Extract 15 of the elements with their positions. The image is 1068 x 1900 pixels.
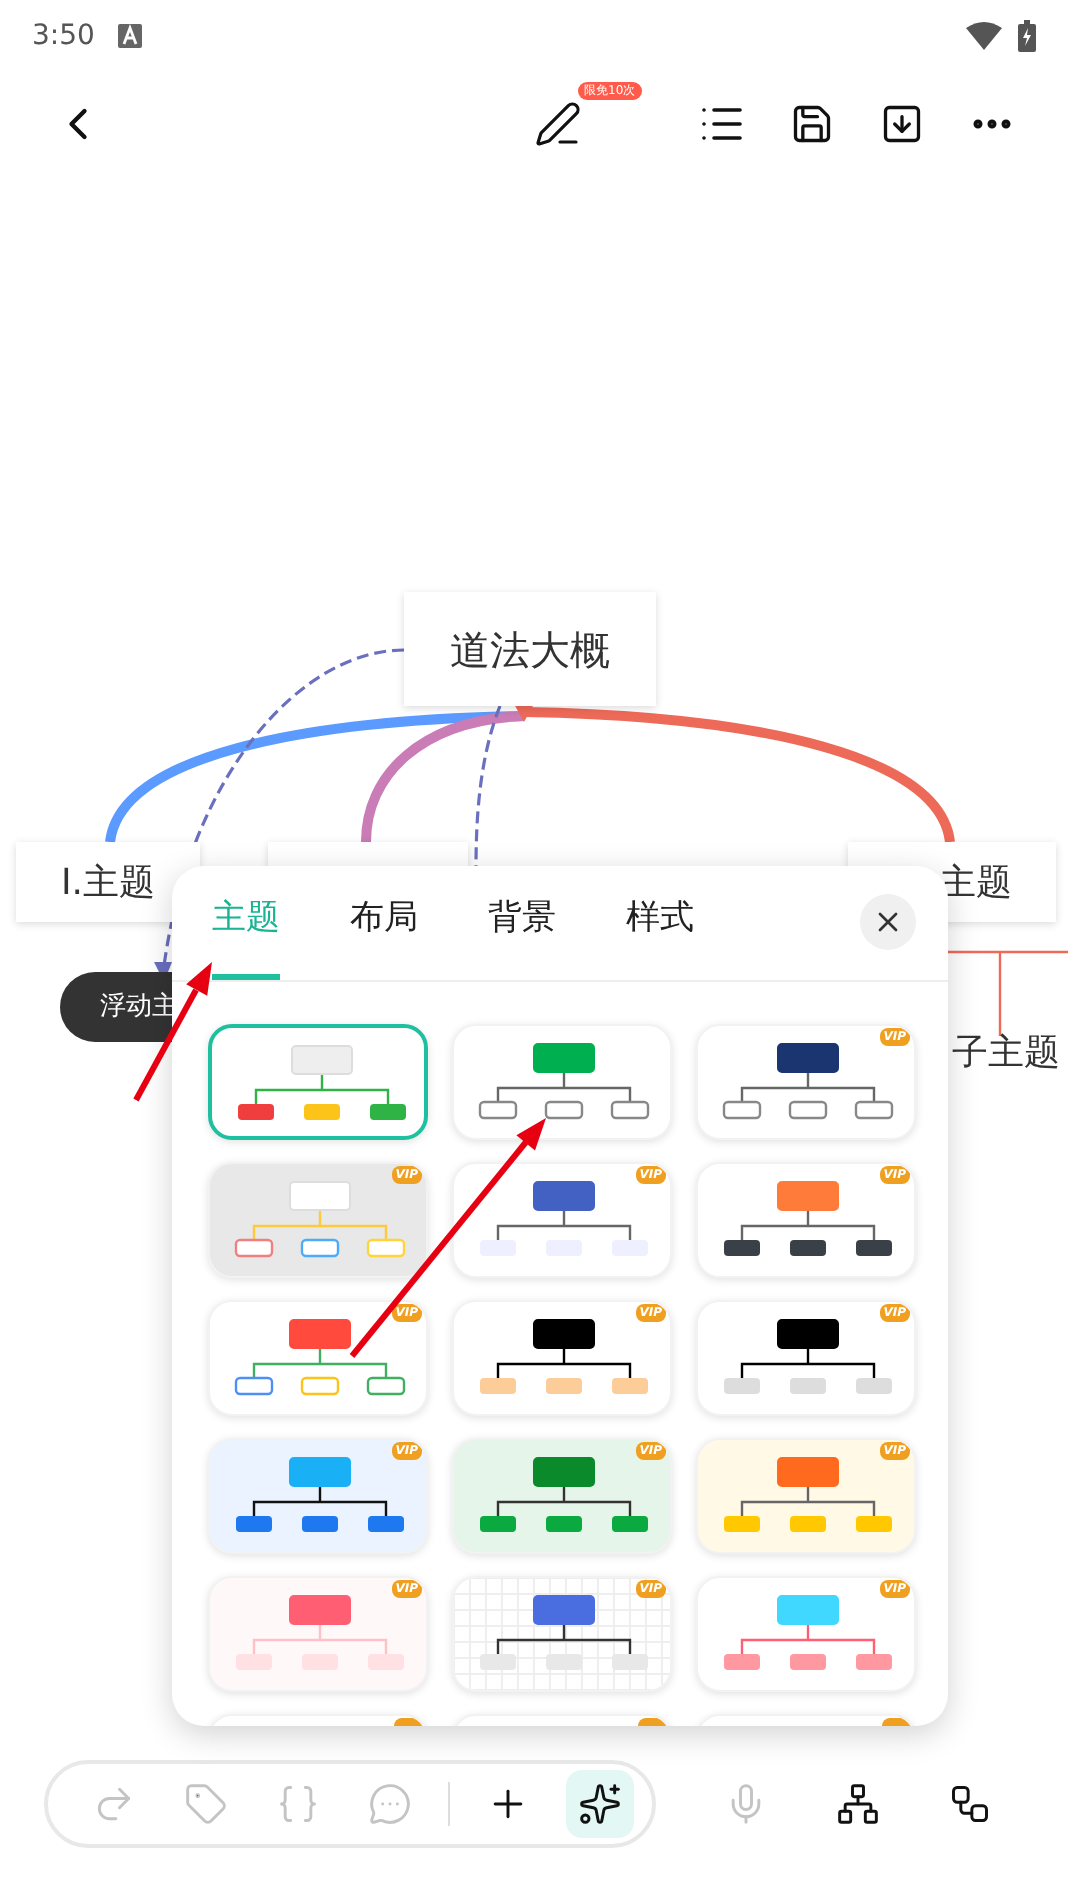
mind-map-node[interactable]: 子主题 (952, 1022, 1060, 1082)
wifi-icon (966, 22, 1002, 50)
keyboard-status-icon (118, 24, 143, 48)
export-icon[interactable] (880, 102, 924, 146)
panel-tab[interactable]: 背景 (488, 866, 556, 980)
mind-map-node[interactable]: 道法大概 (404, 592, 656, 706)
close-button[interactable] (860, 894, 916, 950)
battery-icon (1018, 20, 1036, 52)
pen-icon[interactable] (534, 100, 582, 148)
save-icon[interactable] (790, 102, 834, 146)
mind-map-node[interactable]: I.主题 (16, 842, 200, 922)
panel-tab[interactable]: 布局 (350, 866, 418, 980)
sparkle-icon[interactable] (566, 1770, 634, 1838)
panel-tab[interactable]: 样式 (626, 866, 694, 980)
status-time: 3:50 (32, 17, 95, 55)
